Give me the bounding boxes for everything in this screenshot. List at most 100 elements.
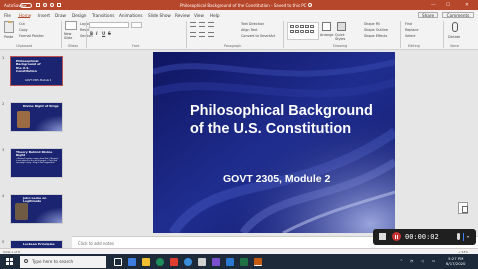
notes-placeholder[interactable]: Click to add notes (78, 241, 114, 246)
slide-thumbnail-pane[interactable]: 1 Philosophical Background of the U.S. C… (0, 50, 70, 253)
redo-icon[interactable] (50, 3, 54, 7)
word-app-icon[interactable] (226, 257, 234, 266)
edge-browser-icon[interactable] (184, 257, 192, 266)
bold-button[interactable]: B (90, 31, 93, 36)
tab-design[interactable]: Design (72, 13, 86, 18)
find-button[interactable]: Find (405, 22, 412, 26)
align-center-icon[interactable] (199, 32, 205, 37)
tray-chevron-icon[interactable]: ^ (400, 259, 403, 263)
powerpoint-app-icon[interactable] (254, 257, 262, 266)
copy-button[interactable]: Copy (19, 28, 28, 32)
store-app-icon[interactable] (198, 257, 206, 266)
teams-app-icon[interactable] (212, 257, 220, 266)
decrease-indent-icon[interactable] (208, 22, 214, 27)
quick-styles-icon[interactable] (337, 22, 346, 31)
tab-draw[interactable]: Draw (55, 13, 66, 18)
pause-recording-button[interactable] (392, 232, 401, 241)
tab-slide-show[interactable]: Slide Show (148, 13, 171, 18)
paste-button[interactable]: Paste (4, 35, 13, 39)
slide-thumbnail-2[interactable]: Divine Right of Kings (10, 102, 63, 132)
tab-insert[interactable]: Insert (38, 13, 50, 18)
search-icon[interactable] (308, 2, 312, 7)
comments-button[interactable]: Comments (442, 11, 474, 18)
new-slide-icon[interactable] (65, 21, 77, 30)
slide-title[interactable]: Philosophical Background of the U.S. Con… (190, 102, 390, 138)
present-icon[interactable] (57, 3, 61, 7)
shape-outline-button[interactable]: Shape Outline (364, 28, 388, 32)
new-slide-button[interactable]: New Slide (64, 32, 80, 40)
mail-app-icon[interactable] (128, 257, 136, 266)
slide-thumbnail-3[interactable]: Theory Behind Divine Right • Monarch's p… (10, 148, 63, 178)
format-painter-button[interactable]: Format Painter (19, 34, 44, 38)
align-text-button[interactable]: Align Text (241, 28, 257, 32)
microphone-icon[interactable] (452, 22, 458, 32)
text-direction-button[interactable]: Text Direction (241, 22, 264, 26)
taskbar-clock[interactable]: 5:27 PM 6/17/2020 (446, 256, 465, 266)
shape-callout-icon[interactable] (305, 30, 309, 33)
office-app-icon[interactable] (170, 257, 178, 266)
minimize-button[interactable]: — (431, 3, 436, 8)
align-left-icon[interactable] (190, 32, 196, 37)
close-button[interactable]: ✕ (465, 3, 469, 8)
fit-slide-icon[interactable] (458, 202, 468, 214)
replace-button[interactable]: Replace (405, 28, 418, 32)
network-icon[interactable]: ◔ (410, 259, 413, 263)
tab-file[interactable]: File (4, 13, 11, 18)
shape-effects-button[interactable]: Shape Effects (364, 34, 387, 38)
paste-icon[interactable] (4, 20, 14, 33)
underline-button[interactable]: U (102, 31, 105, 36)
save-icon[interactable] (36, 3, 40, 7)
autosave-toggle[interactable]: Off (20, 2, 32, 8)
windows-start-icon[interactable] (6, 258, 13, 265)
shape-rectangle-icon[interactable] (290, 25, 294, 28)
slide-subtitle[interactable]: GOVT 2305, Module 2 (223, 173, 330, 185)
stop-recording-button[interactable] (379, 233, 386, 240)
excel-app-icon[interactable] (240, 257, 248, 266)
share-button[interactable]: Share (418, 11, 438, 18)
select-button[interactable]: Select (405, 34, 415, 38)
font-name-field[interactable] (89, 22, 129, 28)
undo-icon[interactable] (43, 3, 47, 7)
tab-help[interactable]: Help (210, 13, 220, 18)
numbering-icon[interactable] (199, 22, 205, 27)
shape-brace-icon[interactable] (310, 30, 314, 33)
shapes-gallery[interactable] (287, 22, 319, 40)
slide-thumbnail-1[interactable]: Philosophical Background of the U.S. Con… (10, 56, 63, 86)
quick-styles-button[interactable]: Quick Styles (335, 33, 349, 41)
maximize-button[interactable]: ☐ (446, 3, 450, 8)
chevron-down-icon[interactable]: ▾ (467, 234, 469, 239)
task-view-icon[interactable] (114, 257, 122, 266)
current-slide[interactable]: Philosophical Background of the U.S. Con… (153, 52, 395, 233)
tab-transitions[interactable]: Transitions (92, 13, 114, 18)
file-explorer-icon[interactable] (142, 257, 150, 266)
language-icon[interactable]: ▭ (432, 259, 435, 263)
dictate-button[interactable]: Dictate (448, 35, 460, 39)
volume-icon[interactable]: ◁ (421, 259, 424, 263)
bullets-icon[interactable] (190, 22, 196, 27)
shape-line-icon[interactable] (305, 25, 309, 28)
tab-animations[interactable]: Animations (119, 13, 143, 18)
arrange-button[interactable]: Arrange (320, 33, 334, 37)
shape-fill-button[interactable]: Shape Fill (364, 22, 380, 26)
italic-button[interactable]: I (96, 31, 98, 36)
font-size-field[interactable] (131, 22, 142, 28)
taskbar-search-box[interactable]: Type here to search (20, 255, 106, 268)
slide-thumbnail-4[interactable]: John Locke on Legitimate (10, 194, 63, 224)
slide-editor[interactable]: Philosophical Background of the U.S. Con… (70, 50, 478, 236)
arrange-icon[interactable] (322, 22, 331, 31)
cut-button[interactable]: Cut (19, 22, 25, 26)
reset-button[interactable]: Reset (80, 28, 89, 32)
tab-review[interactable]: Review (175, 13, 190, 18)
microphone-icon[interactable] (457, 233, 460, 240)
shape-oval-icon[interactable] (295, 25, 299, 28)
shape-triangle-icon[interactable] (290, 30, 294, 33)
convert-smartart-button[interactable]: Convert to SmartArt (241, 34, 275, 38)
strikethrough-button[interactable]: S (108, 31, 111, 36)
shape-arrow-icon[interactable] (310, 25, 314, 28)
align-right-icon[interactable] (208, 32, 214, 37)
shape-star-icon[interactable] (295, 30, 299, 33)
browser-icon[interactable] (156, 257, 164, 266)
shape-textbox-icon[interactable] (300, 25, 304, 28)
shape-rounded-rect-icon[interactable] (300, 30, 304, 33)
tab-view[interactable]: View (194, 13, 204, 18)
